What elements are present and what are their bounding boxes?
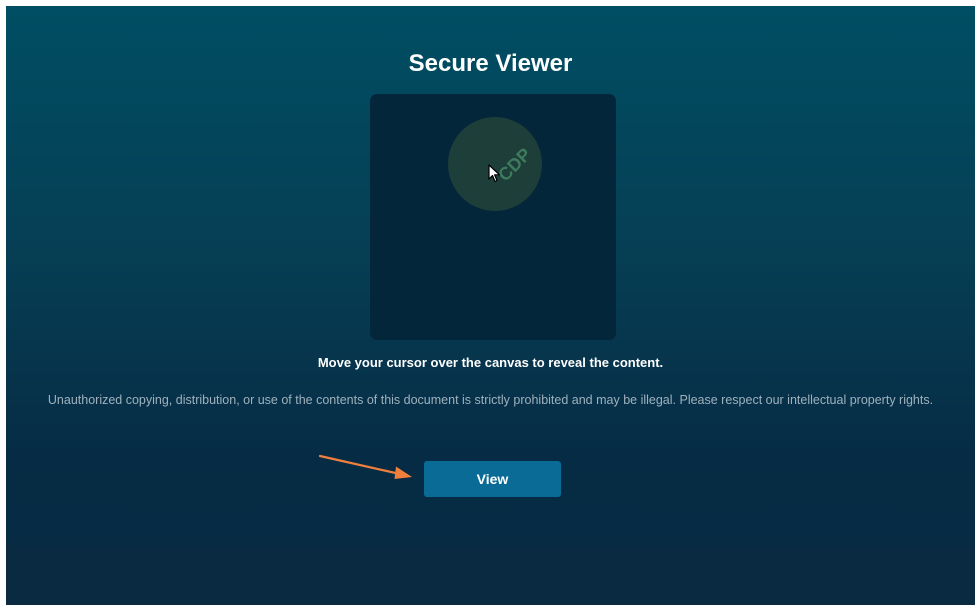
- mouse-pointer-icon: [488, 164, 501, 183]
- view-button[interactable]: View: [424, 461, 561, 497]
- copyright-disclaimer: Unauthorized copying, distribution, or u…: [47, 393, 934, 407]
- page-title: Secure Viewer: [408, 50, 573, 77]
- secure-canvas[interactable]: CDP: [370, 94, 616, 340]
- secure-viewer-page: Secure Viewer CDP Move your cursor over …: [6, 6, 975, 605]
- arrow-icon: [318, 454, 412, 479]
- footer-band: [6, 546, 975, 605]
- instruction-text: Move your cursor over the canvas to reve…: [317, 355, 664, 370]
